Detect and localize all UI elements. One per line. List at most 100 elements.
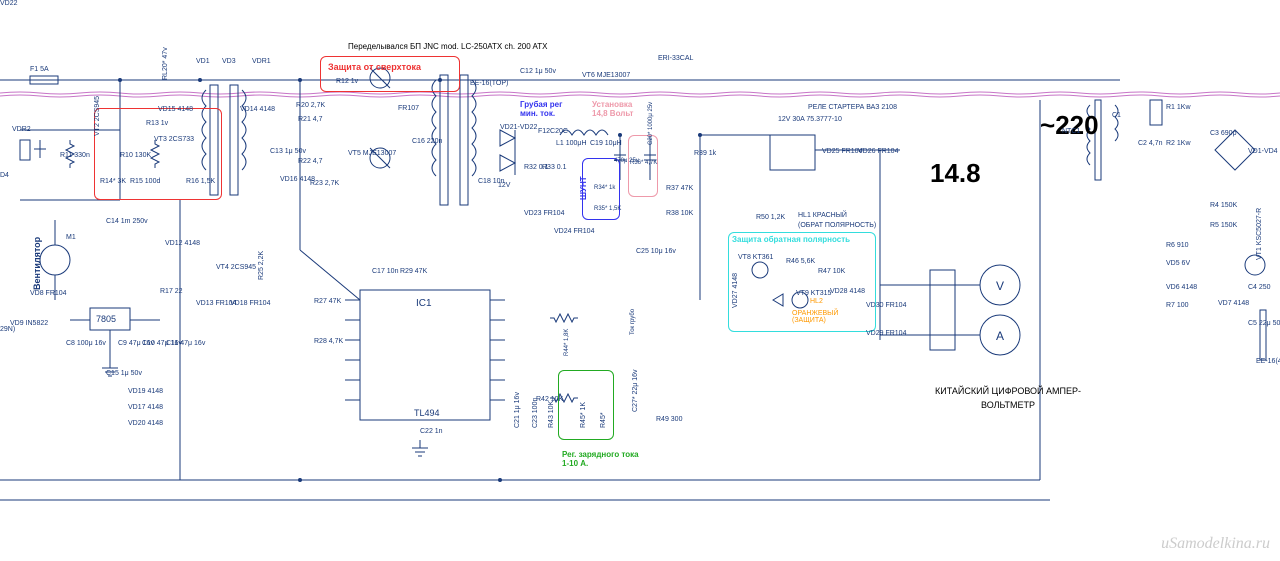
r44: R44* 1,8K xyxy=(564,329,570,356)
fan-label: Вентилятор xyxy=(32,237,42,290)
schematic-title: Переделывался БП JNC mod. LC-250ATX ch. … xyxy=(348,42,547,51)
tok: Ток грубо xyxy=(630,309,636,335)
c16: C16 220n xyxy=(412,138,442,145)
r4r: R4 150K xyxy=(1210,202,1237,209)
schematic-canvas: V A xyxy=(0,0,1280,561)
l1: L1 100μH xyxy=(556,140,587,147)
xfmr2-label: ERI-33CAL xyxy=(658,55,693,62)
vd3: VD3 xyxy=(222,58,236,65)
ground-ref: 29N) xyxy=(0,326,15,333)
f12: F12C20C xyxy=(538,128,568,135)
c21: C21 1μ 16v xyxy=(514,392,521,428)
r45b: R45* 1K xyxy=(580,402,587,428)
rl20: RL20* 47v xyxy=(162,47,169,80)
vt8: VT8 KT361 xyxy=(738,254,773,261)
fr107: FR107 xyxy=(398,105,419,112)
vd8: VD8 FR104 xyxy=(30,290,67,297)
voltage-ac-label: ~220 xyxy=(1040,110,1099,141)
vd6r: VD6 4148 xyxy=(1166,284,1197,291)
r34: R34* 1k xyxy=(594,185,615,191)
vd22: VD22 xyxy=(0,0,18,7)
led-red: HL1 КРАСНЫЙ xyxy=(798,212,847,219)
r10: R10 130K xyxy=(120,152,151,159)
vd17: VD17 4148 xyxy=(128,404,163,411)
r27: R27 47K xyxy=(314,298,341,305)
c1r: C1 xyxy=(1112,112,1121,119)
vt4: VT4 2CS945 xyxy=(216,264,256,271)
shunt-label: ШУНТ xyxy=(579,176,588,200)
c8: C8 100μ 16v xyxy=(66,340,106,347)
c5r: C5 22μ 50v xyxy=(1248,320,1280,327)
r20: R20 2,7K xyxy=(296,102,325,109)
svg-text:A: A xyxy=(996,329,1004,343)
led-orange-sub: ОРАНЖЕВЫЙ (ЗАЩИТА) xyxy=(792,310,862,324)
r43: R43 10K xyxy=(548,401,555,428)
fuse-label: F1 5A xyxy=(30,66,49,73)
vd30: VD30 FR104 xyxy=(866,302,906,309)
r2r: R2 1Kw xyxy=(1166,140,1191,147)
vt6: VT6 MJE13007 xyxy=(582,72,630,79)
vd20: VD20 4148 xyxy=(128,420,163,427)
vt5: VT5 MJE13007 xyxy=(348,150,396,157)
r14: R14* 3K xyxy=(100,178,126,185)
svg-text:V: V xyxy=(996,279,1004,293)
c12: C12 1μ 50v xyxy=(520,68,556,75)
charge-reg-label: Рег. зарядного тока 1-10 А. xyxy=(562,450,642,468)
xfmr1-label: EE-16(TOP) xyxy=(470,80,508,87)
vd9: VD9 IN5822 xyxy=(10,320,48,327)
vd16: VD16 4148 xyxy=(280,176,315,183)
t-12v: 12V xyxy=(498,182,510,189)
overcurrent-label: Защита от сверхтока xyxy=(328,62,421,72)
c27: C27* 22μ 16v xyxy=(632,369,639,412)
meter-text: КИТАЙСКИЙ ЦИФРОВОЙ АМПЕР-ВОЛЬТМЕТР xyxy=(928,384,1088,413)
r17: R17 22 xyxy=(160,288,183,295)
r50: R50 1,2K xyxy=(756,214,785,221)
r11: R11 330n xyxy=(60,152,90,159)
r22: R22 4,7 xyxy=(298,158,323,165)
vd1r: VD1-VD4 xyxy=(1248,148,1278,155)
r25: R25 2,2K xyxy=(258,251,265,280)
r21: R21 4,7 xyxy=(298,116,323,123)
c15: C15 1μ 50v xyxy=(106,370,142,377)
r35: R35* 1,5K xyxy=(594,206,621,212)
c19: C19 10μH xyxy=(590,140,622,147)
reg-7805: 7805 xyxy=(96,314,116,324)
r5r: R5 150K xyxy=(1210,222,1237,229)
c4r: C4 250 xyxy=(1248,284,1271,291)
vd29: VD29 FR104 xyxy=(866,330,906,337)
r49: R49 300 xyxy=(656,416,682,423)
vt3: VT3 2CS733 xyxy=(154,136,194,143)
r15: R15 100d xyxy=(130,178,160,185)
voltage-set-label: Установка 14,8 Вольт xyxy=(592,100,644,118)
xfmr3-label: EE-16(4) xyxy=(1256,358,1280,365)
c25: C25 10μ 16v xyxy=(636,248,676,255)
vd12: VD12 4148 xyxy=(165,240,200,247)
relay-sub: 12V 30A 75.3777-10 xyxy=(778,116,842,123)
ic1-label: IC1 xyxy=(416,298,432,309)
relay-label: РЕЛЕ СТАРТЕРА ВАЗ 2108 xyxy=(808,104,897,111)
vd24: VD24 FR104 xyxy=(554,228,594,235)
watermark: uSamodelkina.ru xyxy=(1161,535,1270,553)
r33: R33 0.1 xyxy=(542,164,567,171)
vt2: VT2 2CS945 xyxy=(94,96,101,136)
reverse-pol-label: Защита обратная полярность xyxy=(732,235,850,244)
ntc1: NTC1 xyxy=(1062,128,1080,135)
r45: R45* xyxy=(600,412,607,428)
r29: R29 47K xyxy=(400,268,427,275)
vd18: VD18 FR104 xyxy=(230,300,270,307)
r12: R12 1v xyxy=(336,78,358,85)
vd15: VD15 4148 xyxy=(158,106,193,113)
vd23: VD23 FR104 xyxy=(524,210,564,217)
vt9: VT9 KT315 xyxy=(796,290,831,297)
vd28: VD28 4148 xyxy=(830,288,865,295)
vd19: VD19 4148 xyxy=(128,388,163,395)
r13: R13 1v xyxy=(146,120,168,127)
c14: C14 1m 250v xyxy=(106,218,148,225)
vt1r: VT1 KSC5027-R xyxy=(1256,208,1263,260)
vdr2: VDR2 xyxy=(12,126,31,133)
display-voltage: 14.8 xyxy=(930,158,981,189)
c3r: C3 690p xyxy=(1210,130,1236,137)
led-red-sub: (ОБРАТ ПОЛЯРНОСТЬ) xyxy=(798,222,876,229)
vd5r: VD5 6V xyxy=(1166,260,1190,267)
vd27: VD27 4148 xyxy=(732,273,739,308)
